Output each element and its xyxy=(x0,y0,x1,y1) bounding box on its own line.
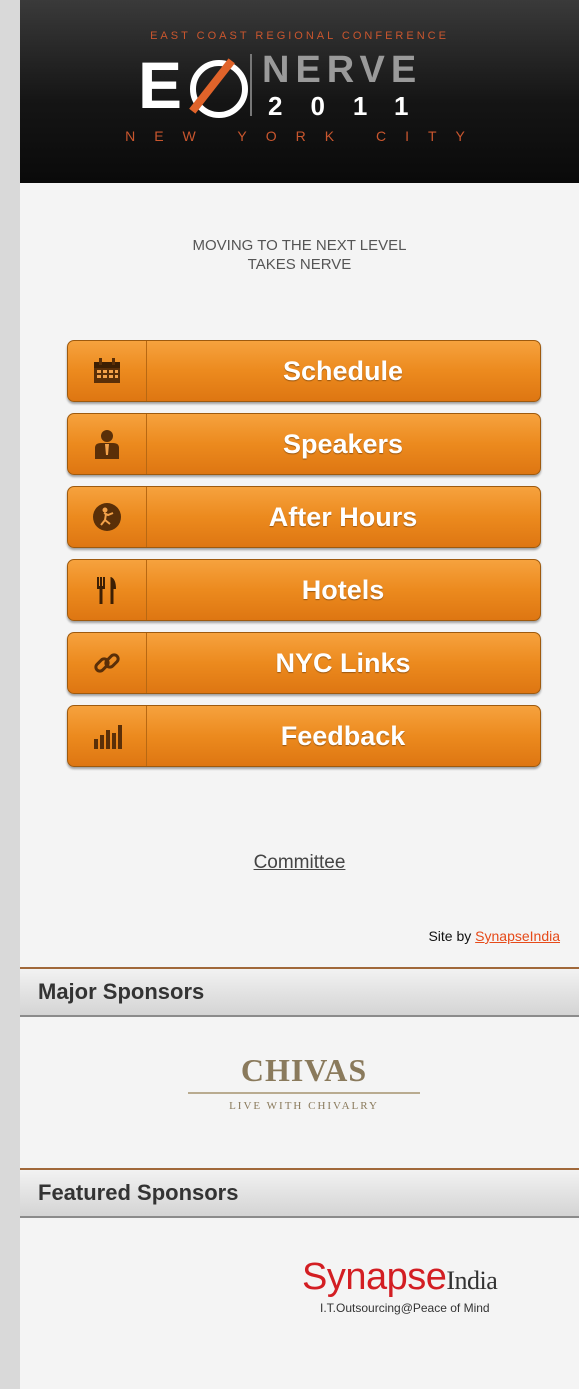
synapseindia-tagline: I.T.Outsourcing@Peace of Mind xyxy=(320,1301,490,1315)
india-text: India xyxy=(446,1266,498,1295)
fork-knife-icon xyxy=(68,560,147,620)
schedule-button[interactable]: Schedule xyxy=(67,340,541,402)
page: EAST COAST REGIONAL CONFERENCE E NERVE 2… xyxy=(20,0,579,1389)
committee-link[interactable]: Committee xyxy=(20,852,579,874)
bar-chart-icon xyxy=(68,706,147,766)
chivas-logo[interactable]: CHIVAS LIVE WITH CHIVALRY xyxy=(188,1050,420,1112)
site-credit: Site by SynapseIndia xyxy=(428,928,560,944)
synapseindia-link[interactable]: SynapseIndia xyxy=(475,928,560,944)
schedule-label: Schedule xyxy=(282,356,404,386)
nerve-logo-text: NERVE xyxy=(262,49,423,91)
tagline: MOVING TO THE NEXT LEVEL TAKES NERVE xyxy=(20,236,579,274)
feedback-label: Feedback xyxy=(280,721,406,751)
main-nav: Schedule Speakers After Hours Hotels NYC… xyxy=(67,340,541,778)
calendar-icon xyxy=(68,341,147,401)
synapseindia-wordmark: SynapseIndia xyxy=(302,1255,552,1303)
featured-sponsors-heading: Featured Sponsors xyxy=(20,1168,579,1218)
eo-logo: E xyxy=(138,50,268,120)
after-hours-label: After Hours xyxy=(268,502,418,532)
logo-city: NEW YORK CITY xyxy=(125,128,484,144)
conference-banner[interactable]: EAST COAST REGIONAL CONFERENCE E NERVE 2… xyxy=(20,0,579,183)
synapseindia-logo[interactable]: SynapseIndia I.T.Outsourcing@Peace of Mi… xyxy=(302,1255,552,1315)
logo-year: 2011 xyxy=(268,91,437,121)
synapse-text: Synapse xyxy=(302,1256,447,1298)
banner-subtitle: EAST COAST REGIONAL CONFERENCE xyxy=(150,30,449,42)
speakers-button[interactable]: Speakers xyxy=(67,413,541,475)
tagline-line2: TAKES NERVE xyxy=(247,256,352,273)
dancer-icon xyxy=(68,487,147,547)
logo-divider xyxy=(250,54,252,116)
feedback-button[interactable]: Feedback xyxy=(67,705,541,767)
site-by-label: Site by xyxy=(428,928,472,944)
link-icon xyxy=(68,633,147,693)
hotels-button[interactable]: Hotels xyxy=(67,559,541,621)
major-sponsors-heading: Major Sponsors xyxy=(20,967,579,1017)
chivas-divider xyxy=(188,1092,420,1094)
person-icon xyxy=(68,414,147,474)
tagline-line1: MOVING TO THE NEXT LEVEL xyxy=(192,237,407,254)
after-hours-button[interactable]: After Hours xyxy=(67,486,541,548)
chivas-wordmark: CHIVAS xyxy=(240,1052,368,1088)
hotels-label: Hotels xyxy=(301,575,385,605)
chivas-tagline: LIVE WITH CHIVALRY xyxy=(229,1100,379,1112)
nyc-links-label: NYC Links xyxy=(275,648,411,678)
speakers-label: Speakers xyxy=(282,429,404,459)
nyc-links-button[interactable]: NYC Links xyxy=(67,632,541,694)
